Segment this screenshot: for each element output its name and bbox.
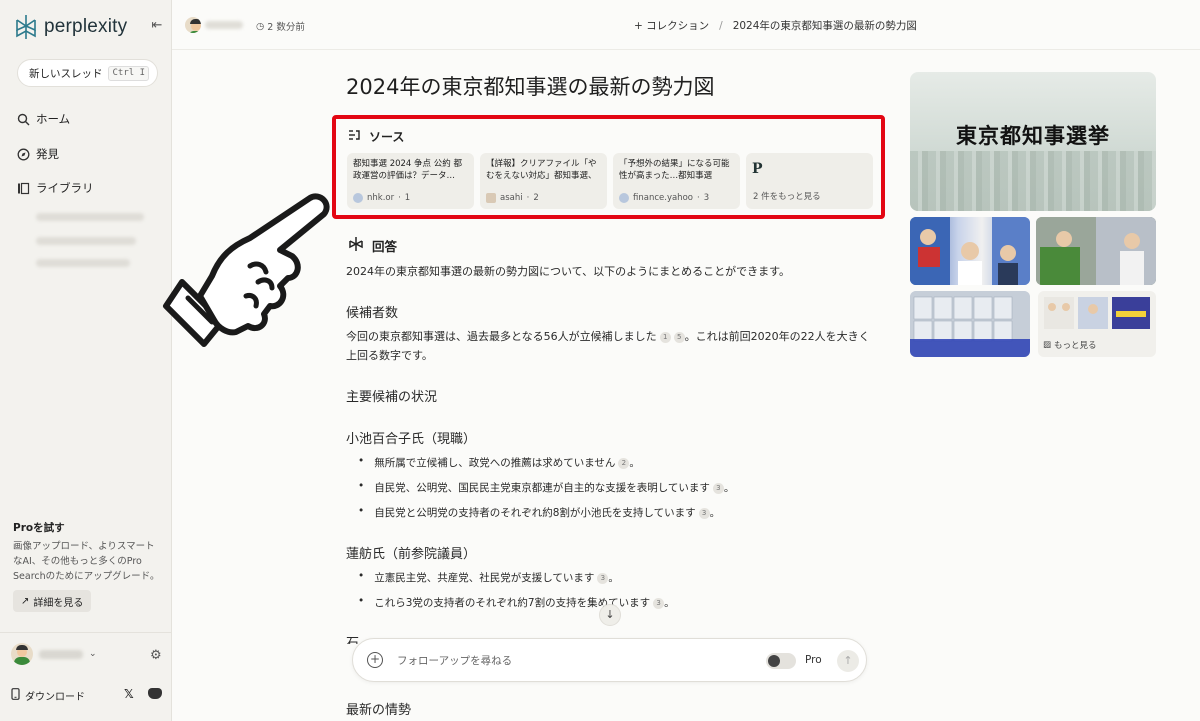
arrow-up-right-icon: ↗ <box>21 595 30 607</box>
collapse-sidebar-icon[interactable]: ⇤ <box>149 18 165 34</box>
citation-badge[interactable]: 2 <box>618 457 630 469</box>
thread-header: ◷ 2 数分前 + コレクション / 2024年の東京都知事選の最新の勢力図 <box>172 0 1200 50</box>
download-link[interactable]: ダウンロード <box>11 688 85 703</box>
media-thumbnail[interactable] <box>910 217 1030 285</box>
sidebar-item-label: 発見 <box>36 147 59 161</box>
media-thumbnail[interactable] <box>910 291 1030 357</box>
list-item: • 立憲民主党、共産党、社民党が支援しています 3。 <box>358 570 619 584</box>
download-label: ダウンロード <box>25 692 85 703</box>
citation-badge[interactable]: 3 <box>698 507 710 519</box>
brand-logo[interactable]: perplexity <box>14 14 127 40</box>
media-hero-image[interactable]: 東京都知事選挙 <box>910 72 1156 211</box>
sidebar-item-label: ライブラリ <box>36 181 94 195</box>
new-thread-label: 新しいスレッド <box>29 67 103 80</box>
answer-heading: 回答 <box>348 236 397 255</box>
avatar <box>11 643 33 665</box>
user-name <box>39 649 83 659</box>
section-heading: 最新の情勢 <box>346 703 412 718</box>
list-item: • 無所属で立候補し、政党への推薦は求めていません 2。 <box>358 455 640 469</box>
pro-toggle[interactable] <box>766 653 796 669</box>
answer-label: 回答 <box>372 239 398 254</box>
perplexity-logo-icon <box>16 15 36 39</box>
paragraph-text: 今回の東京都知事選は、過去最多となる56人が立候補しました <box>346 330 657 343</box>
list-item-text: 無所属で立候補し、政党への推薦は求めていません <box>374 457 616 469</box>
avatar <box>185 17 201 33</box>
answer-intro: 2024年の東京都知事選の最新の勢力図について、以下のようにまとめることができま… <box>346 265 791 278</box>
citation-badge[interactable]: 1 <box>659 331 671 343</box>
more-media-button[interactable]: ▨ もっと見る <box>1038 291 1156 357</box>
divider <box>0 632 172 633</box>
sources-highlight-annotation <box>332 115 885 219</box>
library-thread-item[interactable] <box>36 213 144 221</box>
citation-badge[interactable]: 5 <box>673 331 685 343</box>
sidebar: perplexity ⇤ 新しいスレッド Ctrl I ホーム 発見 ライブラリ… <box>0 0 172 721</box>
list-item: • これら3党の支持者のそれぞれ約7割の支持を集めています 3。 <box>358 595 675 609</box>
discord-icon[interactable] <box>148 688 162 699</box>
search-icon <box>16 112 30 126</box>
breadcrumb-thread-title: 2024年の東京都知事選の最新の勢力図 <box>732 20 917 32</box>
gear-icon[interactable]: ⚙ <box>150 648 162 663</box>
plus-icon[interactable]: + <box>367 652 383 668</box>
learn-more-label: 詳細を見る <box>33 597 84 609</box>
citation-badge[interactable]: 3 <box>653 597 665 609</box>
chevron-down-icon: ⌄ <box>89 649 97 659</box>
new-thread-button[interactable]: 新しいスレッド Ctrl I <box>17 59 158 87</box>
section-heading: 候補者数 <box>346 306 399 321</box>
media-thumbnail[interactable] <box>1036 217 1156 285</box>
user-menu[interactable]: ⌄ <box>11 643 97 665</box>
compass-icon <box>16 147 30 161</box>
citation-badge[interactable]: 3 <box>712 482 724 494</box>
citation-badge[interactable]: 3 <box>597 572 609 584</box>
list-item: • 自民党、公明党、国民民主党東京都連が自主的な支援を表明しています 3。 <box>358 480 735 494</box>
sidebar-item-label: ホーム <box>36 112 71 126</box>
new-thread-shortcut: Ctrl I <box>108 66 149 81</box>
pro-description: 画像アップロード、よりスマートなAI、その他もっと多くのPro Searchのた… <box>13 541 160 582</box>
sidebar-item-home[interactable]: ホーム <box>16 111 70 127</box>
learn-more-button[interactable]: ↗ 詳細を見る <box>13 590 92 612</box>
section-heading: 主要候補の状況 <box>346 390 438 405</box>
library-thread-item[interactable] <box>36 237 136 245</box>
thread-time: ◷ 2 数分前 <box>256 19 305 34</box>
sidebar-item-discover[interactable]: 発見 <box>16 146 59 162</box>
library-icon <box>16 181 30 195</box>
library-thread-item[interactable] <box>36 259 130 267</box>
breadcrumb-separator: / <box>719 19 723 32</box>
sidebar-item-library[interactable]: ライブラリ <box>16 180 94 196</box>
pro-promo: Proを試す 画像アップロード、よりスマートなAI、その他もっと多くのPro S… <box>13 520 163 584</box>
brand-name: perplexity <box>44 16 128 37</box>
page-title: 2024年の東京都知事選の最新の勢力図 <box>346 75 715 99</box>
followup-input[interactable] <box>397 651 727 671</box>
candidate-heading: 小池百合子氏（現職） <box>346 432 477 447</box>
pro-toggle-label: Pro <box>805 654 822 666</box>
pointing-hand-icon <box>163 193 330 347</box>
hero-image-text: 東京都知事選挙 <box>956 124 1110 148</box>
x-twitter-icon[interactable]: 𝕏 <box>124 687 134 701</box>
breadcrumb: + コレクション / 2024年の東京都知事選の最新の勢力図 <box>634 18 917 33</box>
add-collection-button[interactable]: + コレクション <box>634 18 709 33</box>
send-button[interactable]: ↑ <box>837 650 859 672</box>
followup-bar: + Pro ↑ <box>352 638 867 682</box>
time-label: 2 数分前 <box>267 22 305 33</box>
phone-icon <box>11 688 20 703</box>
list-item: • 自民党と公明党の支持者のそれぞれ約8割が小池氏を支持しています 3。 <box>358 505 721 519</box>
perplexity-answer-icon <box>348 236 364 255</box>
author-name <box>205 21 243 29</box>
scroll-down-button[interactable]: ↓ <box>599 604 621 626</box>
pro-title: Proを試す <box>13 522 65 534</box>
list-item-text: 自民党、公明党、国民民主党東京都連が自主的な支援を表明しています <box>374 482 710 494</box>
partial-heading: 石 <box>346 636 360 644</box>
list-item-text: 自民党と公明党の支持者のそれぞれ約8割が小池氏を支持しています <box>374 507 696 519</box>
candidates-paragraph: 今回の東京都知事選は、過去最多となる56人が立候補しました 1 5 。これは前回202… <box>346 327 876 365</box>
candidate-heading: 蓮舫氏（前参院議員） <box>346 547 477 562</box>
more-media-label: もっと見る <box>1054 341 1097 351</box>
clock-icon: ◷ <box>256 20 265 32</box>
more-media-label-row: ▨ もっと見る <box>1043 339 1097 351</box>
list-item-text: 立憲民主党、共産党、社民党が支援しています <box>374 572 595 584</box>
image-icon: ▨ <box>1043 340 1052 350</box>
